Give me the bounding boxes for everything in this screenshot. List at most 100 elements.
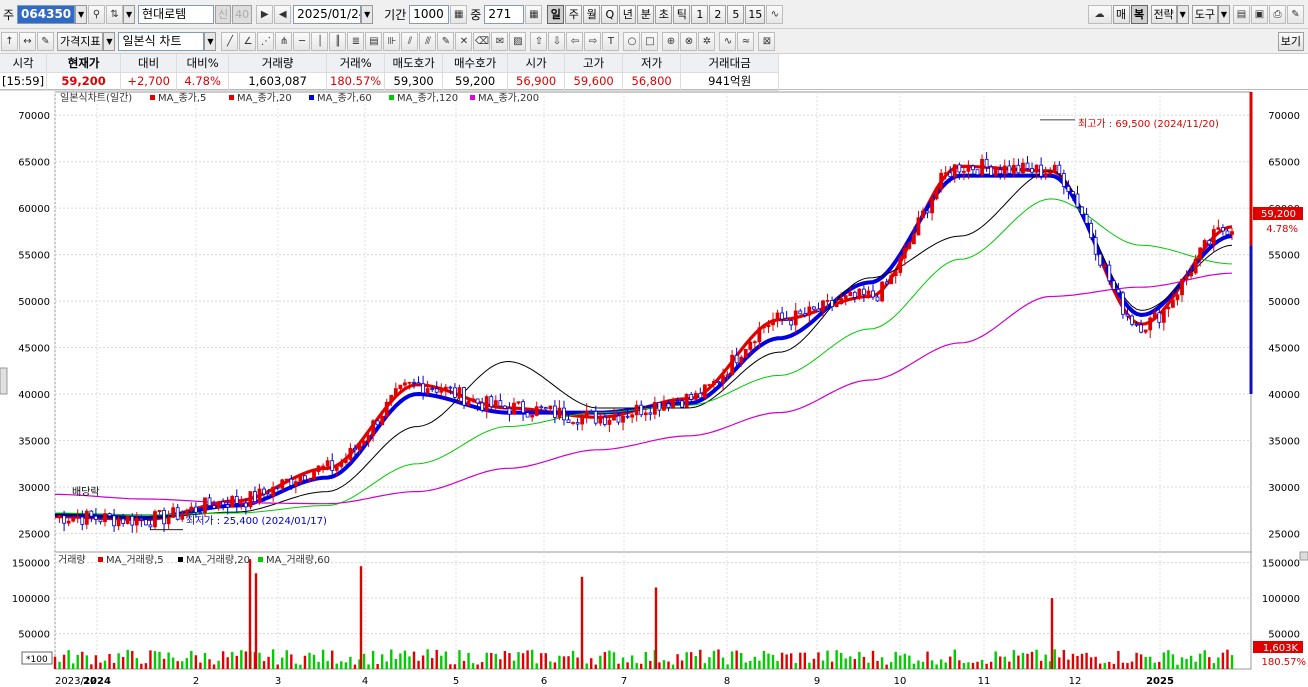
timeframe-button-4[interactable]: 년 <box>619 4 637 24</box>
parallel-tool-icon[interactable]: ⫻ <box>419 31 437 51</box>
note-tool-icon[interactable]: ✉ <box>491 31 509 51</box>
volume-bar <box>362 653 366 669</box>
folder-icon[interactable]: ▤ <box>1233 4 1250 24</box>
search-icon[interactable]: ⚲ <box>88 4 106 24</box>
sort-dropdown[interactable]: ▼ <box>123 4 136 24</box>
arrow-right-tool-icon[interactable]: ⇨ <box>584 31 602 51</box>
arrow-down-tool-icon[interactable]: ⇩ <box>548 31 566 51</box>
bars-tool-icon[interactable]: ║ <box>329 31 347 51</box>
period-input[interactable]: 1000 <box>409 4 450 24</box>
stock-chart-svg[interactable]: 7000070000650006500060000600005500055000… <box>0 90 1308 687</box>
grid-icon[interactable]: ▦ <box>450 4 468 24</box>
volume-bar <box>762 651 766 669</box>
text-tool-icon[interactable]: T <box>602 31 620 51</box>
candle-body <box>425 388 430 394</box>
line-tool-icon[interactable]: ╱ <box>221 31 239 51</box>
candle-body <box>580 415 585 425</box>
magnet-tool-icon[interactable]: ⊗ <box>680 31 698 51</box>
fork-tool-icon[interactable]: ⋔ <box>275 31 293 51</box>
candle-body <box>375 420 380 426</box>
volume-bar <box>258 652 261 669</box>
overlap-input[interactable]: 271 <box>484 4 525 24</box>
chart-type-select[interactable]: 일본식 차트 <box>118 31 205 51</box>
settings-icon[interactable]: ✎ <box>37 31 54 51</box>
x-axis-label: 9 <box>814 676 820 687</box>
left-scroll-handle[interactable] <box>0 367 8 395</box>
clear-tool-icon[interactable]: ⊠ <box>758 31 776 51</box>
volume-bar <box>67 650 70 669</box>
multi-button[interactable]: 복 <box>1130 4 1148 24</box>
wave-icon[interactable]: ∿ <box>766 4 784 24</box>
indicator-dropdown[interactable]: ▼ <box>103 31 116 51</box>
candle-body <box>1080 206 1084 215</box>
vline-tool-icon[interactable]: │ <box>311 31 329 51</box>
panel-resize-handle[interactable] <box>1299 551 1308 561</box>
print-icon[interactable]: ⎙ <box>1269 4 1286 24</box>
pen-tool-icon[interactable]: ✎ <box>437 31 455 51</box>
volume-bar <box>430 658 434 669</box>
tools-dropdown[interactable]: ▼ <box>1218 4 1230 24</box>
cross-tool-icon[interactable]: ✕ <box>455 31 473 51</box>
fan-tool-icon[interactable]: ⋰ <box>257 31 275 51</box>
target-tool-icon[interactable]: ✲ <box>698 31 716 51</box>
cloud-icon[interactable]: ☁ <box>1087 4 1112 24</box>
timeframe-button-10[interactable]: 5 <box>727 4 745 24</box>
arrow-left-tool-icon[interactable]: ⇦ <box>566 31 584 51</box>
volume-bar <box>544 653 547 669</box>
save-icon[interactable]: ▣ <box>1251 4 1268 24</box>
up-arrow-icon[interactable]: ↑ <box>1 31 18 51</box>
circle-tool-icon[interactable]: ○ <box>623 31 641 51</box>
strategy-button[interactable]: 전략 <box>1150 4 1177 24</box>
channel-tool-icon[interactable]: ⫽ <box>401 31 419 51</box>
volume-bar <box>335 663 338 669</box>
strategy-dropdown[interactable]: ▼ <box>1176 4 1189 24</box>
timeframe-button-5[interactable]: 분 <box>637 4 655 24</box>
date-input[interactable]: 2025/01/24 <box>293 4 362 24</box>
timeframe-button-11[interactable]: 15 <box>745 4 766 24</box>
grid-tool-icon[interactable]: ▤ <box>365 31 383 51</box>
candle-body <box>225 504 230 508</box>
price-y-tick-right: 40000 <box>1268 390 1300 401</box>
timeframe-button-1[interactable]: 주 <box>565 4 583 24</box>
pattern-tool-icon[interactable]: ∿ <box>719 31 737 51</box>
candle-body <box>339 462 344 467</box>
pattern2-tool-icon[interactable]: ≈ <box>737 31 755 51</box>
credit-badge: 신 <box>215 4 232 24</box>
stock-code-input[interactable]: 064350 <box>17 4 76 24</box>
arrow-up-tool-icon[interactable]: ⇧ <box>530 31 548 51</box>
hline-tool-icon[interactable]: ─ <box>293 31 311 51</box>
angle-tool-icon[interactable]: ∠ <box>239 31 257 51</box>
drawing-tools: ╱ ∠ ⋰ ⋔ ─ │ ║ ≣ ▤ ⊪ ⫽ ⫻ ✎ ✕ ⌫ ✉ ▨ ⇧ ⇩ ⇦ … <box>220 31 776 51</box>
sort-icon[interactable]: ⇅ <box>106 4 124 24</box>
wrench-icon[interactable]: ✎ <box>1287 4 1304 24</box>
cycle-tool-icon[interactable]: ⊪ <box>383 31 401 51</box>
chart-type-dropdown[interactable]: ▼ <box>204 31 217 51</box>
rect-tool-icon[interactable]: □ <box>641 31 659 51</box>
tools-button[interactable]: 도구 <box>1191 4 1218 24</box>
buy-button[interactable]: 매 <box>1112 4 1130 24</box>
candle-body <box>480 402 485 411</box>
date-dropdown[interactable]: ▼ <box>361 4 374 24</box>
horizontal-arrows-icon[interactable]: ↔ <box>19 31 36 51</box>
eraser-tool-icon[interactable]: ⌫ <box>473 31 491 51</box>
play-icon[interactable]: ▶ <box>256 4 274 24</box>
indicator-button[interactable]: 가격지표 <box>57 31 104 51</box>
view-button[interactable]: 보기 <box>1277 31 1304 51</box>
x-axis-label: 6 <box>541 676 547 687</box>
zoom-tool-icon[interactable]: ⊕ <box>662 31 680 51</box>
chart-tool-icon[interactable]: ▨ <box>509 31 527 51</box>
timeframe-button-3[interactable]: Q <box>601 4 619 24</box>
stock-code-dropdown[interactable]: ▼ <box>75 4 88 24</box>
chart-area[interactable]: 7000070000650006500060000600005500055000… <box>0 90 1308 687</box>
timeframe-button-6[interactable]: 초 <box>655 4 673 24</box>
fib-tool-icon[interactable]: ≣ <box>347 31 365 51</box>
timeframe-button-0[interactable]: 일 <box>547 4 565 24</box>
timeframe-button-2[interactable]: 월 <box>583 4 601 24</box>
back-icon[interactable]: ◀ <box>274 4 292 24</box>
timeframe-button-7[interactable]: 틱 <box>673 4 691 24</box>
volume-bar <box>285 650 288 669</box>
grid2-icon[interactable]: ▦ <box>525 4 543 24</box>
candle-body <box>684 394 689 408</box>
timeframe-button-9[interactable]: 2 <box>709 4 727 24</box>
timeframe-button-8[interactable]: 1 <box>691 4 709 24</box>
